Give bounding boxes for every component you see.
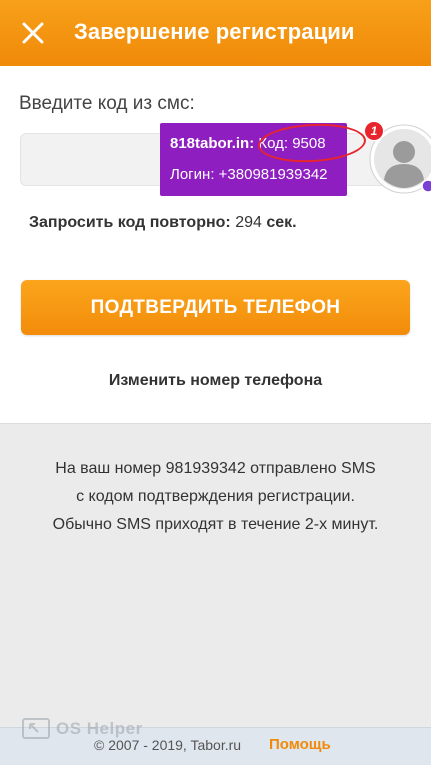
copyright-text: © 2007 - 2019, Tabor.ru bbox=[94, 737, 242, 753]
confirm-phone-button[interactable]: ПОДТВЕРДИТЬ ТЕЛЕФОН bbox=[21, 280, 410, 335]
info-line: На ваш номер 981939342 отправлено SMS bbox=[55, 460, 376, 477]
close-button[interactable] bbox=[18, 18, 48, 48]
info-line: с кодом подтверждения регистрации. bbox=[76, 488, 355, 505]
resend-label: Запросить код повторно: bbox=[29, 214, 231, 231]
registration-card bbox=[0, 66, 431, 424]
resend-code-text: Запросить код повторно: 294 сек. bbox=[29, 214, 297, 232]
resend-seconds: 294 bbox=[235, 214, 262, 231]
notification-login: Логин: +380981939342 bbox=[170, 166, 328, 183]
help-link[interactable]: Помощь bbox=[269, 736, 331, 753]
notification-badge: 1 bbox=[364, 121, 384, 141]
change-phone-link[interactable]: Изменить номер телефона bbox=[0, 372, 431, 390]
watermark-logo-icon bbox=[22, 718, 50, 739]
resend-unit: сек. bbox=[266, 214, 297, 231]
sms-code-label: Введите код из смс: bbox=[19, 93, 195, 114]
sms-info-text: На ваш номер 981939342 отправлено SMS с … bbox=[0, 455, 431, 539]
notification-site: 818tabor.in: bbox=[170, 135, 255, 152]
header-bar: Завершение регистрации bbox=[0, 0, 431, 66]
close-icon bbox=[22, 22, 44, 44]
page-title: Завершение регистрации bbox=[74, 19, 355, 44]
info-line: Обычно SMS приходят в течение 2-х минут. bbox=[52, 516, 379, 533]
watermark-text: OS Helper bbox=[56, 719, 143, 738]
